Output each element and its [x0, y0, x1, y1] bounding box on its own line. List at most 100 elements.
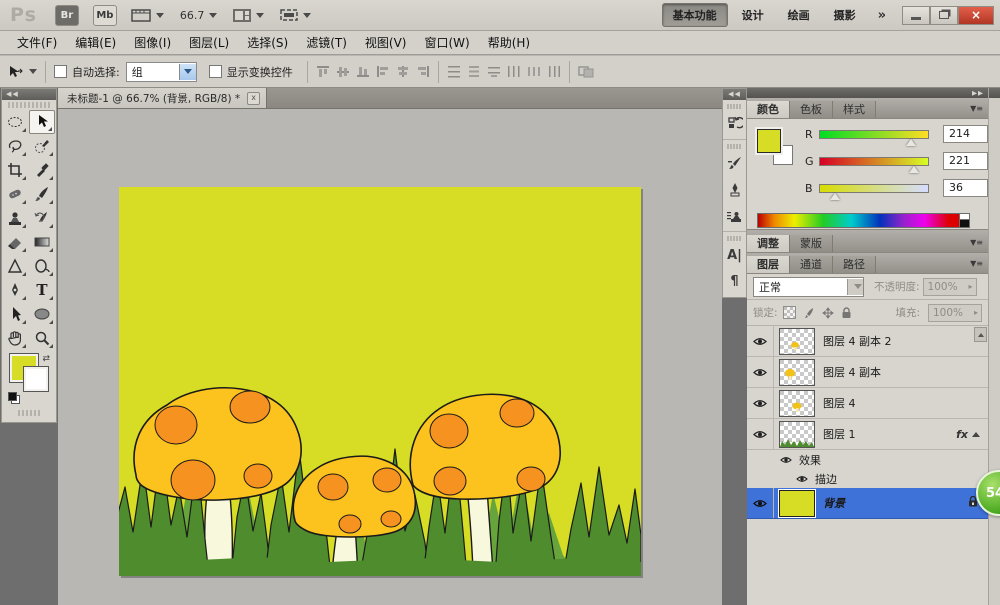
align-vertical-centers-icon[interactable]	[336, 65, 350, 78]
align-left-edges-icon[interactable]	[376, 65, 390, 78]
tool-presets-panel-button[interactable]	[723, 176, 746, 202]
distribute-right-edges-icon[interactable]	[547, 65, 561, 78]
layer-thumbnail[interactable]	[779, 421, 815, 448]
menu-help[interactable]: 帮助(H)	[479, 30, 539, 55]
blue-slider[interactable]	[819, 184, 929, 193]
tools-collapse-button[interactable]: ◀◀	[2, 89, 56, 100]
distribute-vertical-centers-icon[interactable]	[467, 65, 481, 78]
tab-color[interactable]: 颜色	[747, 101, 790, 118]
panel-menu-icon[interactable]: ▼≡	[965, 255, 988, 273]
layer-thumbnail[interactable]	[779, 359, 815, 386]
tools-bottom-grip[interactable]	[18, 410, 40, 416]
dock-grip[interactable]	[727, 144, 742, 149]
tab-styles[interactable]: 样式	[833, 101, 876, 118]
lock-all-button[interactable]	[840, 306, 854, 320]
layer-thumbnail[interactable]	[779, 490, 815, 517]
red-slider[interactable]	[819, 130, 929, 139]
arrange-documents-button[interactable]	[233, 8, 264, 23]
distribute-top-edges-icon[interactable]	[447, 65, 461, 78]
layer-name[interactable]: 图层 4 副本 2	[823, 333, 892, 349]
dodge-tool-button[interactable]	[29, 254, 55, 278]
layer-row-selected[interactable]: 背景	[747, 488, 988, 519]
workspace-painting-button[interactable]: 绘画	[778, 4, 820, 26]
workspace-photography-button[interactable]: 摄影	[824, 4, 866, 26]
dock-expand-button[interactable]: ▶▶	[747, 88, 988, 98]
visibility-eye-icon[interactable]	[751, 499, 769, 508]
zoom-level-dropdown[interactable]: 66.7	[180, 9, 218, 22]
align-bottom-edges-icon[interactable]	[356, 65, 370, 78]
document-tab[interactable]: 未标题-1 @ 66.7% (背景, RGB/8) * x	[58, 88, 267, 108]
collapse-effects-icon[interactable]	[972, 432, 980, 437]
menu-filter[interactable]: 滤镜(T)	[297, 30, 356, 55]
history-brush-tool-button[interactable]	[29, 206, 55, 230]
visibility-eye-icon[interactable]	[751, 399, 769, 408]
foreground-color-swatch[interactable]	[757, 129, 781, 153]
quick-selection-tool-button[interactable]	[29, 134, 55, 158]
panel-menu-icon[interactable]: ▼≡	[965, 234, 988, 252]
layer-name[interactable]: 背景	[823, 495, 845, 511]
dock-grip[interactable]	[727, 104, 742, 109]
minimize-button[interactable]	[902, 6, 930, 25]
tab-layers[interactable]: 图层	[747, 256, 790, 273]
menu-layer[interactable]: 图层(L)	[180, 30, 238, 55]
eraser-tool-button[interactable]	[2, 230, 28, 254]
pen-tool-button[interactable]	[2, 278, 28, 302]
tab-close-icon[interactable]: x	[247, 92, 260, 105]
red-value-field[interactable]: 214	[943, 125, 988, 143]
move-tool-button[interactable]	[29, 110, 55, 134]
background-color-swatch[interactable]	[24, 367, 48, 391]
visibility-eye-icon[interactable]	[751, 368, 769, 377]
menu-select[interactable]: 选择(S)	[238, 30, 297, 55]
close-button[interactable]: ×	[958, 6, 994, 25]
tools-grip[interactable]	[8, 102, 50, 108]
effects-group-row[interactable]: 效果	[747, 450, 988, 470]
ramp-black-swatch[interactable]	[959, 219, 970, 228]
distribute-horizontal-centers-icon[interactable]	[527, 65, 541, 78]
gradient-tool-button[interactable]	[29, 230, 55, 254]
lock-pixels-button[interactable]	[802, 306, 816, 320]
fill-field[interactable]: 100% ▸	[928, 304, 982, 322]
menu-view[interactable]: 视图(V)	[356, 30, 416, 55]
layer-row[interactable]: 图层 4 副本 2	[747, 326, 988, 357]
default-colors-icon[interactable]	[8, 392, 20, 404]
path-selection-tool-button[interactable]	[2, 302, 28, 326]
tab-swatches[interactable]: 色板	[790, 101, 833, 118]
healing-brush-tool-button[interactable]	[2, 182, 28, 206]
auto-select-checkbox[interactable]	[54, 65, 67, 78]
character-panel-button[interactable]: A|	[723, 242, 746, 268]
align-top-edges-icon[interactable]	[316, 65, 330, 78]
mini-bridge-button[interactable]: Mb	[93, 5, 117, 26]
layer-name[interactable]: 图层 1	[823, 426, 856, 442]
lock-position-button[interactable]	[821, 306, 835, 320]
type-tool-button[interactable]: T	[29, 278, 55, 302]
distribute-left-edges-icon[interactable]	[507, 65, 521, 78]
menu-image[interactable]: 图像(I)	[125, 30, 180, 55]
effect-item-label[interactable]: 描边	[815, 471, 837, 487]
shape-tool-button[interactable]	[29, 302, 55, 326]
workspace-essentials-button[interactable]: 基本功能	[662, 3, 728, 27]
layer-row[interactable]: 图层 4	[747, 388, 988, 419]
align-horizontal-centers-icon[interactable]	[396, 65, 410, 78]
clone-stamp-tool-button[interactable]	[2, 206, 28, 230]
menu-edit[interactable]: 编辑(E)	[66, 30, 125, 55]
menu-file[interactable]: 文件(F)	[8, 30, 66, 55]
layer-row[interactable]: 图层 4 副本	[747, 357, 988, 388]
red-slider-thumb[interactable]	[906, 139, 916, 146]
visibility-eye-icon[interactable]	[751, 430, 769, 439]
history-panel-button[interactable]	[723, 110, 746, 136]
green-slider[interactable]	[819, 157, 929, 166]
blue-slider-thumb[interactable]	[830, 193, 840, 200]
auto-align-layers-icon[interactable]	[578, 65, 594, 78]
tab-paths[interactable]: 路径	[833, 256, 876, 273]
visibility-eye-icon[interactable]	[751, 337, 769, 346]
visibility-eye-icon[interactable]	[777, 456, 795, 464]
crop-tool-button[interactable]	[2, 158, 28, 182]
lasso-tool-button[interactable]	[2, 134, 28, 158]
auto-select-dropdown[interactable]: 组	[126, 62, 197, 82]
dock-grip[interactable]	[727, 236, 742, 241]
brushes-panel-button[interactable]	[723, 150, 746, 176]
color-spectrum-ramp[interactable]	[757, 213, 962, 228]
restore-button[interactable]	[930, 6, 958, 25]
layer-effects-fx-label[interactable]: fx	[956, 428, 968, 441]
blue-value-field[interactable]: 36	[943, 179, 988, 197]
